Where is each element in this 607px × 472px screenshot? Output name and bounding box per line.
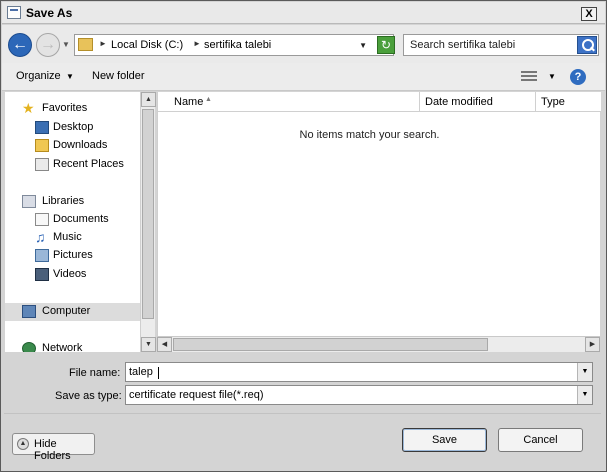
nav-item-documents[interactable]: Documents <box>5 211 140 229</box>
file-name-dropdown-icon[interactable]: ▼ <box>577 363 592 381</box>
column-label: Type <box>541 96 565 108</box>
change-view-icon[interactable] <box>521 69 537 83</box>
save-type-dropdown-icon[interactable]: ▼ <box>577 386 592 404</box>
nav-label: Downloads <box>53 139 108 151</box>
scroll-thumb[interactable] <box>142 109 154 319</box>
nav-label: Pictures <box>53 249 93 261</box>
nav-item-music[interactable]: ♫ Music <box>5 229 140 247</box>
nav-label: Computer <box>42 305 91 317</box>
file-name-label: File name: <box>69 367 121 379</box>
organize-chevron-down-icon[interactable]: ▼ <box>66 72 74 81</box>
nav-label: Music <box>53 231 82 243</box>
music-note-icon: ♫ <box>35 229 46 245</box>
save-type-value: certificate request file(*.req) <box>129 389 264 401</box>
navigation-pane: ★ Favorites Desktop Downloads Recent Pla… <box>5 92 140 352</box>
search-placeholder: Search sertifika talebi <box>410 39 516 51</box>
network-icon <box>22 342 36 352</box>
command-bar: Organize ▼ New folder ▼ ? <box>2 63 605 91</box>
column-header-date-modified[interactable]: Date modified <box>420 92 536 112</box>
nav-favorites[interactable]: ★ Favorites <box>5 100 140 118</box>
nav-label: Network <box>42 342 83 352</box>
file-list-horizontal-scrollbar[interactable]: ◀ ▶ <box>157 336 600 352</box>
breadcrumb-sertifika-talebi[interactable]: sertifika talebi <box>204 39 271 51</box>
column-header-name[interactable]: Name ▲ <box>158 92 420 112</box>
recent-places-icon <box>35 158 49 171</box>
file-name-value: talep <box>129 366 153 378</box>
new-folder-button[interactable]: New folder <box>92 70 145 82</box>
search-icon[interactable] <box>577 36 597 54</box>
chevron-up-icon: ▲ <box>17 438 29 450</box>
breadcrumb-separator-icon[interactable]: ► <box>193 39 201 48</box>
nav-label: Libraries <box>42 195 85 207</box>
save-type-select[interactable]: certificate request file(*.req) ▼ <box>125 385 593 405</box>
file-name-field[interactable]: talep ▼ <box>125 362 593 382</box>
forward-button[interactable]: → <box>36 33 60 57</box>
nav-item-pictures[interactable]: Pictures <box>5 247 140 265</box>
breadcrumb-local-disk[interactable]: Local Disk (C:) <box>111 39 183 51</box>
organize-button[interactable]: Organize <box>16 70 61 82</box>
downloads-folder-icon <box>35 139 49 152</box>
nav-item-desktop[interactable]: Desktop <box>5 119 140 137</box>
nav-network[interactable]: Network <box>5 340 140 352</box>
nav-computer[interactable]: Computer <box>5 303 140 321</box>
libraries-icon <box>22 195 36 208</box>
scroll-thumb[interactable] <box>173 338 488 351</box>
hide-folders-label: Hide Folders <box>34 438 71 462</box>
column-label: Name <box>174 96 204 108</box>
column-label: Date modified <box>425 96 493 108</box>
documents-icon <box>35 213 49 226</box>
nav-libraries[interactable]: Libraries <box>5 193 140 211</box>
sort-ascending-icon: ▲ <box>205 96 212 103</box>
text-cursor <box>158 367 159 379</box>
scroll-down-arrow-icon[interactable]: ▼ <box>141 337 156 352</box>
nav-item-downloads[interactable]: Downloads <box>5 137 140 155</box>
nav-label: Documents <box>53 213 109 225</box>
star-icon: ★ <box>22 100 35 116</box>
file-list[interactable]: Name ▲ Date modified Type No items match… <box>157 92 601 352</box>
refresh-button[interactable]: ↻ <box>377 36 395 54</box>
back-button[interactable]: ← <box>8 33 32 57</box>
column-header-type[interactable]: Type <box>536 92 601 112</box>
nav-vertical-scrollbar[interactable]: ▲ ▼ <box>140 92 156 352</box>
videos-icon <box>35 268 49 281</box>
save-button[interactable]: Save <box>402 428 487 452</box>
title-bar[interactable]: Save As X <box>2 2 605 24</box>
breadcrumb-separator-icon[interactable]: ► <box>99 39 107 48</box>
scroll-up-arrow-icon[interactable]: ▲ <box>141 92 156 107</box>
help-icon[interactable]: ? <box>570 69 586 85</box>
window-icon <box>7 6 21 19</box>
nav-label: Videos <box>53 268 87 280</box>
empty-folder-message: No items match your search. <box>299 129 440 141</box>
save-as-dialog: Save As X ← → ▼ ► Local Disk (C:) ► sert… <box>0 0 607 472</box>
search-input[interactable]: Search sertifika talebi <box>403 34 599 56</box>
scroll-right-arrow-icon[interactable]: ▶ <box>585 337 600 352</box>
address-dropdown-icon[interactable]: ▼ <box>359 41 367 50</box>
close-button[interactable]: X <box>581 7 597 21</box>
save-type-label: Save as type: <box>55 390 122 402</box>
nav-label: Favorites <box>42 102 88 114</box>
nav-label: Recent Places <box>53 158 124 170</box>
pictures-icon <box>35 249 49 262</box>
desktop-icon <box>35 121 49 134</box>
nav-item-recent-places[interactable]: Recent Places <box>5 156 140 174</box>
nav-item-videos[interactable]: Videos <box>5 266 140 284</box>
recent-pages-chevron-icon[interactable]: ▼ <box>62 40 70 49</box>
footer-divider <box>4 413 601 414</box>
address-bar[interactable]: ► Local Disk (C:) ► sertifika talebi ▼ <box>74 34 394 56</box>
cancel-button[interactable]: Cancel <box>498 428 583 452</box>
scroll-left-arrow-icon[interactable]: ◀ <box>157 337 172 352</box>
address-row: ← → ▼ ► Local Disk (C:) ► sertifika tale… <box>2 25 605 63</box>
hide-folders-button[interactable]: ▲ Hide Folders <box>12 433 95 462</box>
nav-label: Desktop <box>53 121 94 133</box>
window-title: Save As <box>26 6 73 20</box>
views-chevron-down-icon[interactable]: ▼ <box>548 72 556 81</box>
folder-icon <box>78 38 93 51</box>
computer-icon <box>22 305 36 318</box>
